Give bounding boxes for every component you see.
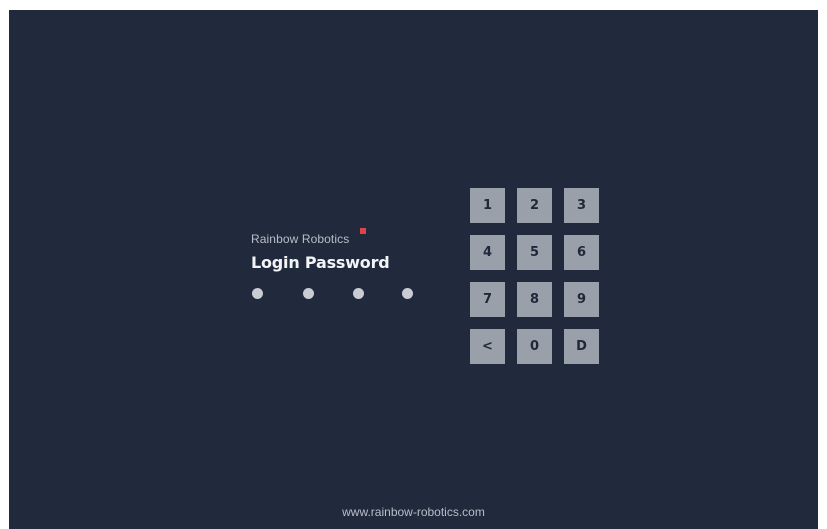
key-4[interactable]: 4 — [470, 235, 505, 270]
password-dot — [303, 288, 314, 299]
key-6[interactable]: 6 — [564, 235, 599, 270]
page-title: Login Password — [251, 253, 390, 272]
key-2[interactable]: 2 — [517, 188, 552, 223]
password-dot — [252, 288, 263, 299]
key-0[interactable]: 0 — [517, 329, 552, 364]
password-dot — [353, 288, 364, 299]
brand-mark-icon — [360, 228, 366, 234]
key-5[interactable]: 5 — [517, 235, 552, 270]
footer-url: www.rainbow-robotics.com — [342, 505, 485, 519]
key-7[interactable]: 7 — [470, 282, 505, 317]
done-key[interactable]: D — [564, 329, 599, 364]
key-1[interactable]: 1 — [470, 188, 505, 223]
key-3[interactable]: 3 — [564, 188, 599, 223]
login-screen: Rainbow Robotics Login Password 1 2 3 4 … — [9, 10, 818, 529]
brand-name: Rainbow Robotics — [251, 232, 350, 246]
key-9[interactable]: 9 — [564, 282, 599, 317]
password-dot — [402, 288, 413, 299]
backspace-key[interactable]: < — [470, 329, 505, 364]
key-8[interactable]: 8 — [517, 282, 552, 317]
